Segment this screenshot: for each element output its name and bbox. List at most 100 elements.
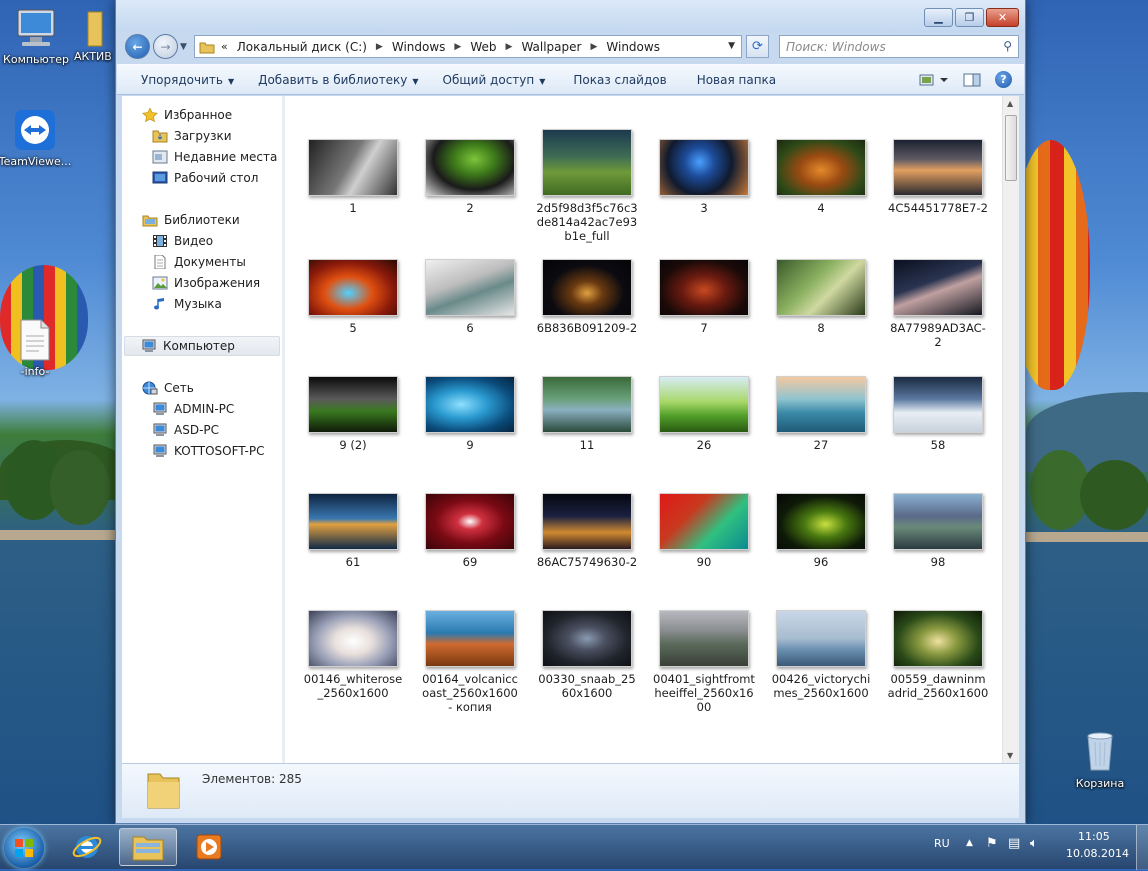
clock-time[interactable]: 11:05: [1078, 830, 1110, 843]
back-button[interactable]: ←: [125, 34, 150, 59]
file-thumbnail[interactable]: [308, 139, 398, 196]
file-item[interactable]: 96: [766, 480, 876, 600]
breadcrumb-wallpaper[interactable]: Wallpaper: [521, 40, 581, 54]
file-item[interactable]: 2d5f98d3f5c76c3de814a42ac7e93b1e_full: [532, 126, 642, 246]
file-item[interactable]: 00401_sightfromtheeiffel_2560x1600: [649, 597, 759, 717]
nav-pc-asd[interactable]: ASD-PC: [152, 420, 219, 440]
address-history-dropdown[interactable]: ▼: [728, 41, 735, 51]
nav-video[interactable]: Видео: [152, 231, 213, 251]
vertical-scrollbar[interactable]: ▲ ▼: [1002, 96, 1019, 763]
file-thumbnail[interactable]: [893, 493, 983, 550]
maximize-button[interactable]: ❐: [955, 8, 984, 27]
file-thumbnail[interactable]: [308, 259, 398, 316]
show-hidden-icons-icon[interactable]: ▲: [966, 838, 973, 848]
breadcrumb-windows[interactable]: Windows: [392, 40, 446, 54]
clock-date[interactable]: 10.08.2014: [1066, 847, 1129, 860]
nav-downloads[interactable]: Загрузки: [152, 126, 232, 146]
file-thumbnail[interactable]: [659, 610, 749, 667]
change-view-button[interactable]: [919, 73, 949, 87]
file-item[interactable]: 9: [415, 363, 525, 483]
file-thumbnail[interactable]: [308, 493, 398, 550]
file-item[interactable]: 7: [649, 246, 759, 366]
breadcrumb-local-disk[interactable]: Локальный диск (C:): [237, 40, 367, 54]
desktop-icon-recycle-bin[interactable]: Корзина: [1063, 728, 1137, 790]
file-thumbnail[interactable]: [893, 376, 983, 433]
file-item[interactable]: 3: [649, 126, 759, 246]
desktop-icon-info[interactable]: -info-: [0, 318, 72, 378]
breadcrumb-separator-icon[interactable]: ▶: [376, 42, 383, 52]
breadcrumb-current-windows[interactable]: Windows: [606, 40, 660, 54]
file-thumbnail[interactable]: [659, 259, 749, 316]
file-item[interactable]: 90: [649, 480, 759, 600]
file-thumbnail[interactable]: [542, 129, 632, 196]
file-item[interactable]: 00330_snaab_2560x1600: [532, 597, 642, 717]
breadcrumb-separator-icon[interactable]: ▶: [506, 42, 513, 52]
breadcrumb-separator-icon[interactable]: ▶: [454, 42, 461, 52]
file-item[interactable]: 6B836B091209-2: [532, 246, 642, 366]
nav-network[interactable]: Сеть: [142, 378, 194, 398]
close-button[interactable]: ✕: [986, 8, 1019, 27]
language-indicator[interactable]: RU: [934, 837, 950, 850]
network-tray-icon[interactable]: ▤: [1008, 836, 1020, 851]
refresh-button[interactable]: ⟳: [746, 35, 769, 58]
nav-pc-admin[interactable]: ADMIN-PC: [152, 399, 234, 419]
file-item[interactable]: 00559_dawninmadrid_2560x1600: [883, 597, 993, 717]
nav-desktop[interactable]: Рабочий стол: [152, 168, 258, 188]
nav-libraries[interactable]: Библиотеки: [142, 210, 240, 230]
start-button[interactable]: [4, 828, 44, 868]
nav-computer[interactable]: Компьютер: [124, 336, 280, 356]
file-item[interactable]: 8: [766, 246, 876, 366]
file-thumbnail[interactable]: [308, 610, 398, 667]
file-thumbnail[interactable]: [776, 259, 866, 316]
file-item[interactable]: 8A77989AD3AC-2: [883, 246, 993, 366]
title-bar[interactable]: ▁ ❐ ✕: [116, 0, 1025, 32]
nav-favorites[interactable]: Избранное: [142, 105, 232, 125]
preview-pane-button[interactable]: [963, 73, 981, 87]
file-item[interactable]: 2: [415, 126, 525, 246]
file-thumbnail[interactable]: [659, 493, 749, 550]
organize-menu[interactable]: Упорядочить ▼: [141, 73, 234, 87]
file-thumbnail[interactable]: [659, 139, 749, 196]
file-item[interactable]: 4: [766, 126, 876, 246]
file-thumbnail[interactable]: [542, 493, 632, 550]
file-thumbnail[interactable]: [893, 259, 983, 316]
new-folder-button[interactable]: Новая папка: [697, 73, 776, 87]
file-item[interactable]: 1: [298, 126, 408, 246]
file-thumbnail[interactable]: [542, 259, 632, 316]
file-thumbnail[interactable]: [776, 610, 866, 667]
slideshow-button[interactable]: Показ слайдов: [573, 73, 666, 87]
file-thumbnail[interactable]: [542, 610, 632, 667]
address-overflow[interactable]: «: [221, 40, 228, 53]
file-item[interactable]: 6: [415, 246, 525, 366]
file-thumbnail[interactable]: [425, 376, 515, 433]
file-thumbnail[interactable]: [425, 139, 515, 196]
file-item[interactable]: 86AC75749630-2: [532, 480, 642, 600]
file-thumbnail[interactable]: [893, 610, 983, 667]
file-item[interactable]: 9 (2): [298, 363, 408, 483]
file-item[interactable]: 11: [532, 363, 642, 483]
file-thumbnail[interactable]: [659, 376, 749, 433]
nav-pc-kottosoft[interactable]: KOTTOSOFT-PC: [152, 441, 264, 461]
file-thumbnail[interactable]: [542, 376, 632, 433]
scroll-down-icon[interactable]: ▼: [1007, 751, 1013, 760]
file-item[interactable]: 27: [766, 363, 876, 483]
file-item[interactable]: 00164_volcaniccoast_2560x1600 - копия: [415, 597, 525, 717]
add-to-library-menu[interactable]: Добавить в библиотеку ▼: [258, 73, 418, 87]
file-thumbnail[interactable]: [893, 139, 983, 196]
file-item[interactable]: 98: [883, 480, 993, 600]
file-thumbnail[interactable]: [425, 493, 515, 550]
recent-pages-dropdown[interactable]: ▼: [180, 42, 187, 52]
minimize-button[interactable]: ▁: [924, 8, 953, 27]
file-thumbnail[interactable]: [425, 259, 515, 316]
file-item[interactable]: 5: [298, 246, 408, 366]
file-thumbnail[interactable]: [425, 610, 515, 667]
help-icon[interactable]: ?: [995, 71, 1012, 88]
taskbar-internet-explorer[interactable]: [58, 828, 116, 866]
scroll-up-icon[interactable]: ▲: [1007, 99, 1013, 108]
show-desktop-button[interactable]: [1136, 825, 1148, 870]
desktop-icon-computer[interactable]: Компьютер: [0, 8, 73, 66]
file-item[interactable]: 61: [298, 480, 408, 600]
file-thumbnail[interactable]: [776, 493, 866, 550]
desktop-icon-aktiv[interactable]: АКТИВ: [74, 8, 120, 63]
nav-music[interactable]: Музыка: [152, 294, 222, 314]
